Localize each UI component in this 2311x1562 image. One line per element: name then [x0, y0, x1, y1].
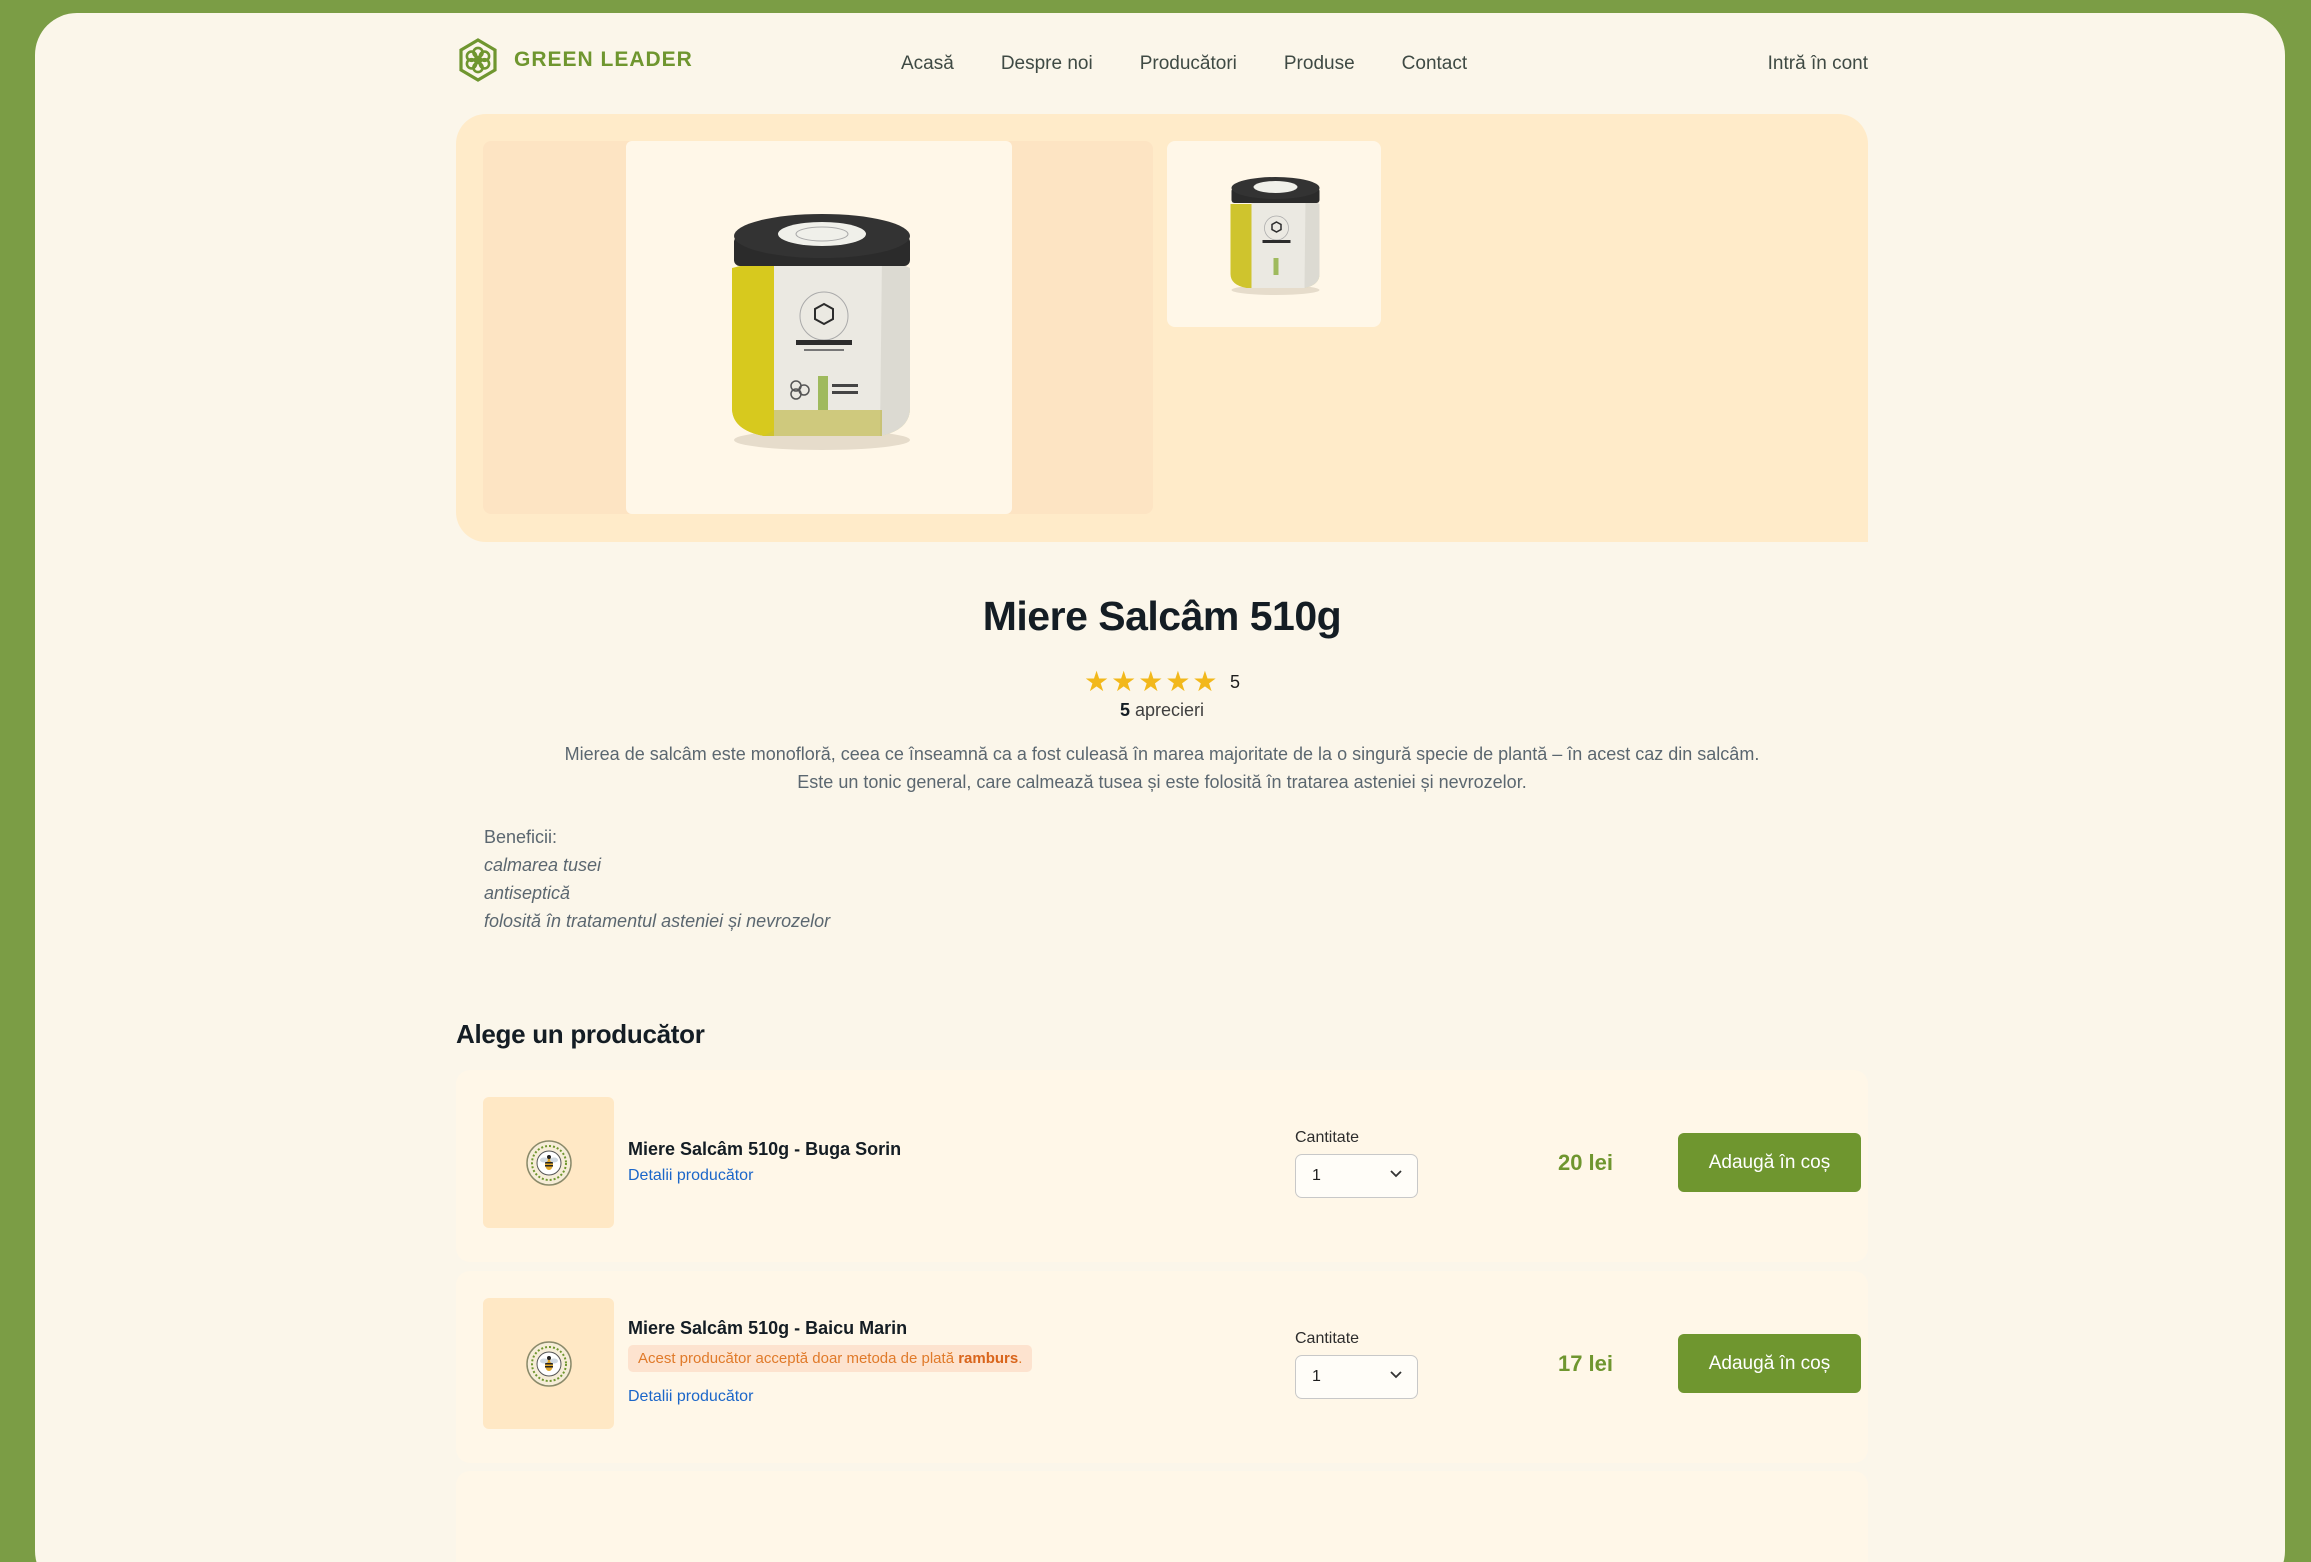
star-icon: ★ [1083, 666, 1110, 697]
producer-card: Miere Salcâm 510g - Baicu Marin Acest pr… [456, 1271, 1868, 1463]
producer-price: 20 lei [1557, 1150, 1613, 1175]
description-line: Mierea de salcâm este monofloră, ceea ce… [564, 744, 1760, 764]
producer-details-link[interactable]: Detalii producător [628, 1167, 753, 1185]
page-frame: GREEN LEADER Acasă Despre noi Producător… [35, 13, 2285, 1562]
benefit-item: folosită în tratamentul asteniei și nevr… [484, 911, 831, 931]
quantity-value: 1 [1312, 1167, 1321, 1184]
benefit-item: antiseptică [484, 883, 571, 903]
quantity-label: Cantitate [1295, 1330, 1360, 1347]
payment-method: ramburs [958, 1350, 1019, 1367]
star-icon: ★ [1165, 666, 1191, 697]
add-to-cart-button[interactable]: Adaugă în coș [1678, 1334, 1861, 1393]
add-to-cart-button[interactable]: Adaugă în coș [1678, 1133, 1861, 1192]
reviews-number: 5 [1119, 700, 1130, 720]
benefits-heading: Beneficii: [484, 827, 558, 847]
quantity-value: 1 [1312, 1368, 1321, 1385]
producer-name: Miere Salcâm 510g - Baicu Marin [628, 1318, 908, 1338]
honey-jar-illustration [732, 213, 910, 450]
producers-section-title: Alege un producător [456, 1019, 705, 1049]
chevron-down-icon [1390, 1371, 1402, 1379]
product-description: Mierea de salcâm este monofloră, ceea ce… [456, 740, 1868, 796]
producer-details-link[interactable]: Detalii producător [628, 1388, 753, 1406]
producer-logo [483, 1298, 614, 1429]
nav-item-contact[interactable]: Contact [1402, 53, 1467, 75]
product-benefits: Beneficii: calmarea tusei antiseptică fo… [484, 823, 830, 935]
payment-warning-end: . [1018, 1350, 1023, 1367]
rating-stars: ★ ★ ★ ★ ★ [1084, 668, 1218, 696]
payment-warning-badge: Acest producător acceptă doar metoda de … [628, 1345, 1033, 1372]
quantity-select[interactable]: 1 [1295, 1154, 1418, 1198]
bee-badge-icon [525, 1340, 572, 1387]
producer-name: Miere Salcâm 510g - Buga Sorin [628, 1139, 902, 1159]
rating-value: 5 [1229, 671, 1240, 692]
quantity-label: Cantitate [1295, 1129, 1360, 1146]
brand-logo[interactable]: GREEN LEADER [456, 38, 693, 82]
brand-name: GREEN LEADER [514, 48, 693, 71]
producer-card-placeholder [456, 1471, 1868, 1562]
reviews-count: 5 aprecieri [456, 700, 1868, 721]
nav-item-acasa[interactable]: Acasă [901, 53, 954, 75]
honey-jar-thumbnail-illustration [1230, 177, 1320, 295]
quantity-select[interactable]: 1 [1295, 1355, 1418, 1399]
star-icon: ★ [1192, 666, 1218, 697]
reviews-label: aprecieri [1135, 700, 1205, 720]
product-title: Miere Salcâm 510g [982, 593, 1342, 639]
honey-jar-image[interactable] [626, 141, 1012, 514]
flower-logo-icon [459, 38, 497, 82]
producer-logo [483, 1097, 614, 1228]
star-icon: ★ [1138, 666, 1164, 697]
main-nav: Acasă Despre noi Producători Produse Con… [901, 53, 1467, 75]
nav-item-despre-noi[interactable]: Despre noi [1001, 53, 1093, 75]
nav-item-producatori[interactable]: Producători [1140, 53, 1237, 75]
product-gallery [456, 114, 1868, 542]
gallery-thumbnail[interactable] [1167, 141, 1381, 327]
producer-price: 17 lei [1557, 1351, 1613, 1376]
page-content: GREEN LEADER Acasă Despre noi Producător… [456, 13, 1868, 1562]
bee-badge-icon [525, 1139, 572, 1186]
payment-warning-text: Acest producător acceptă doar metoda de … [638, 1350, 959, 1367]
site-header: GREEN LEADER Acasă Despre noi Producător… [456, 13, 1868, 113]
chevron-down-icon [1390, 1170, 1402, 1178]
login-link[interactable]: Intră în cont [1768, 53, 1868, 75]
benefit-item: calmarea tusei [484, 855, 602, 875]
product-rating: ★ ★ ★ ★ ★ 5 [456, 668, 1868, 696]
description-line: Este un tonic general, care calmează tus… [797, 772, 1527, 792]
main-image-frame [483, 141, 1153, 514]
nav-item-produse[interactable]: Produse [1284, 53, 1355, 75]
star-icon: ★ [1111, 666, 1137, 697]
producer-card: Miere Salcâm 510g - Buga Sorin Detalii p… [456, 1070, 1868, 1262]
